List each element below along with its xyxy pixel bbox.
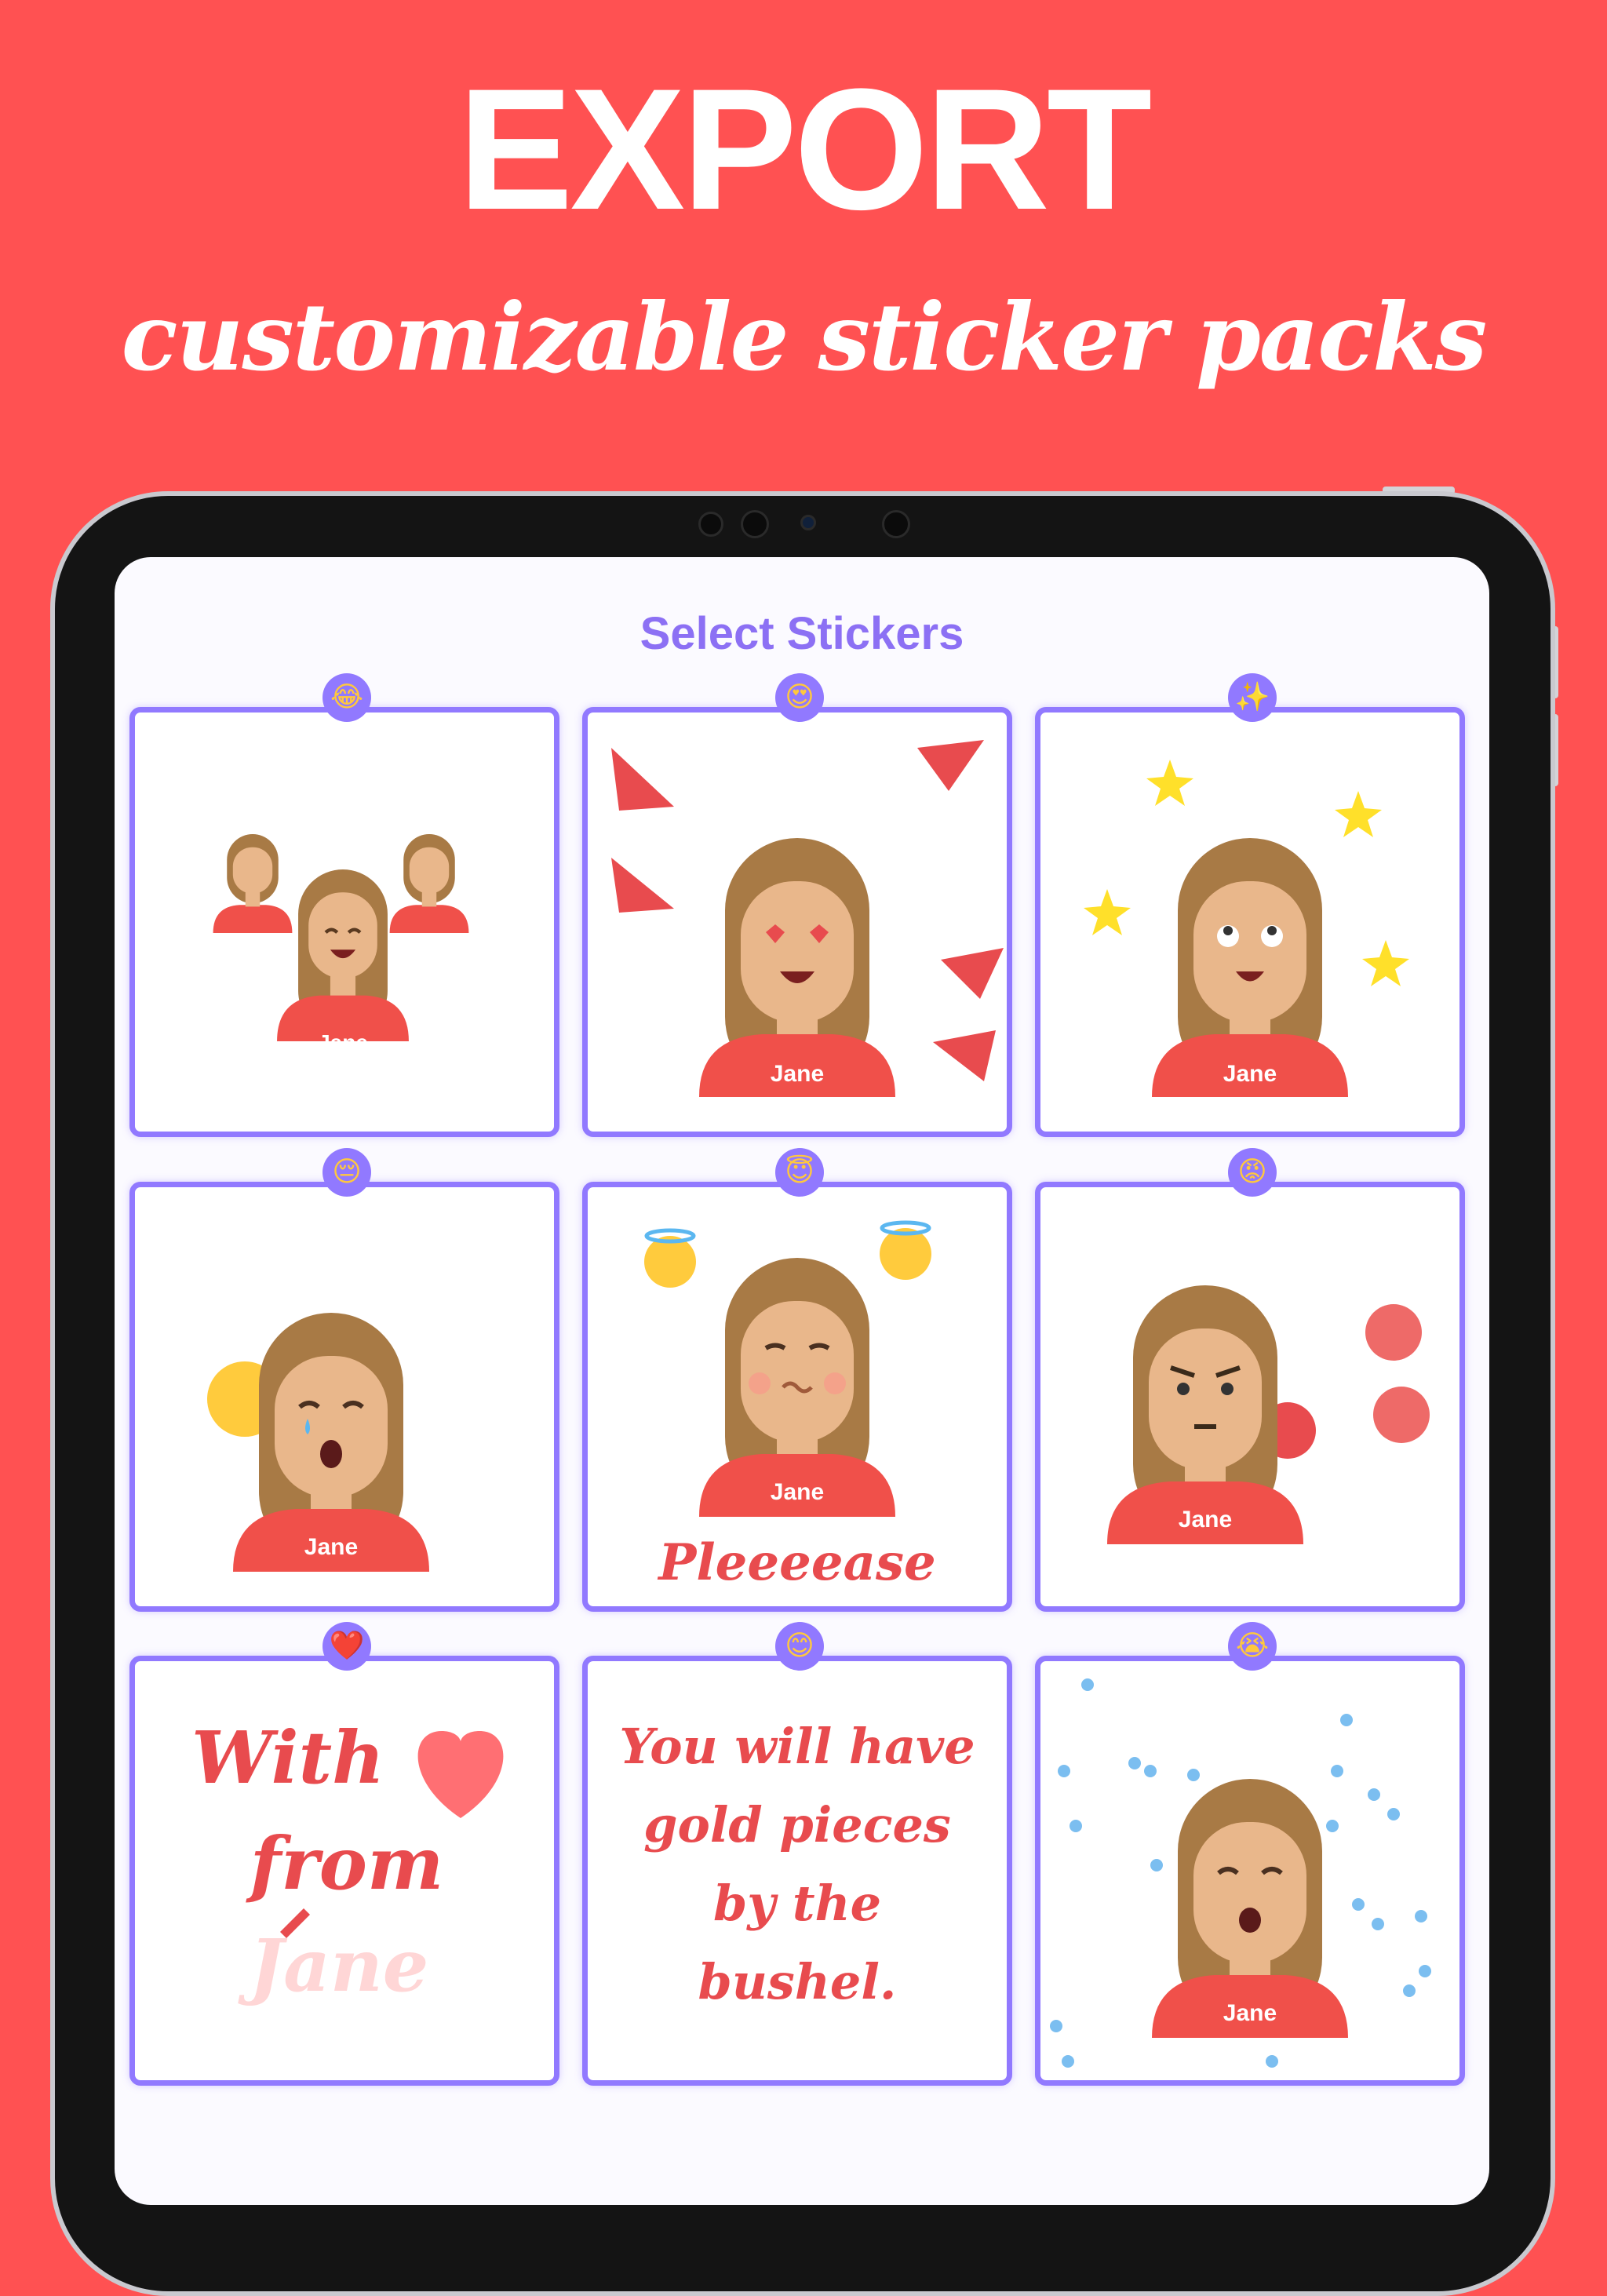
name-label: Jane [1223,2000,1277,2026]
jane-figure [1152,1779,1348,2038]
sticker-art: Jane Pleeeease [644,1220,936,1592]
sticker-card-with-love[interactable]: ❤️ With from Jane [129,1622,559,2086]
text-line: With [191,1715,384,1800]
jane-figure [1152,838,1348,1097]
name-label: Jane [771,1061,824,1087]
sticker-art: Jane [213,834,469,1055]
sensor-icon [882,510,910,538]
heart-shape-icon [417,1731,504,1818]
text-line: You will have [619,1718,975,1775]
jane-figure [213,834,293,933]
text-line: by the [713,1875,881,1932]
jane-figure [277,869,409,1041]
jane-figure [699,1258,895,1517]
camera-lens-icon [800,515,816,530]
caption-text: Pleeeease [657,1533,936,1592]
headline: EXPORT [457,53,1153,246]
sticker-art: Jane [1107,1285,1430,1544]
app-screen: Select Stickers 😂 Jane 😍 Jane ✨ Jane 😔 J… [115,557,1489,2205]
text-line: bushel. [698,1953,897,2010]
sticker-card-crying[interactable]: 😭 Jane [1035,1622,1465,2086]
sticker-art: You will have gold pieces by the bushel. [619,1718,975,2010]
sticker-card-pensive[interactable]: 😔 Jane [129,1148,559,1612]
sticker-card-angry[interactable]: 😡 Jane [1035,1148,1465,1612]
angry-emoji-icon [1259,1304,1430,1459]
text-line: from [246,1821,444,1906]
sensor-icon [741,510,769,538]
name-label: Jane [1223,1061,1277,1087]
name-label: Jane [304,1534,358,1560]
text-line: gold pieces [643,1796,951,1853]
sensor-icon [698,512,723,537]
text-line: Jane [238,1923,429,2008]
screen-title: Select Stickers [640,608,964,659]
jane-figure [699,838,895,1097]
sticker-art: Jane [611,740,1004,1097]
sticker-art: Jane [207,1313,429,1572]
sticker-card-heart-eyes[interactable]: 😍 Jane [582,673,1012,1137]
sticker-art: Jane [1050,1678,1431,2068]
subheadline: customizable sticker packs [121,282,1488,392]
sticker-card-fortune[interactable]: 😊 You will have gold pieces by the bushe… [582,1622,1012,2086]
sticker-art: Jane [1084,760,1409,1097]
jane-figure [1107,1285,1303,1544]
name-label: Jane [318,1030,368,1055]
sticker-card-sparkles[interactable]: ✨ Jane [1035,673,1465,1137]
name-label: Jane [771,1479,824,1505]
name-label: Jane [1179,1507,1232,1532]
jane-figure [389,834,469,933]
sticker-art: With from Jane [191,1715,504,2008]
sticker-card-halo[interactable]: 😇 Jane Pleeeease [582,1148,1012,1612]
sticker-card-laughing[interactable]: 😂 Jane [129,673,559,1137]
jane-figure [233,1313,429,1572]
